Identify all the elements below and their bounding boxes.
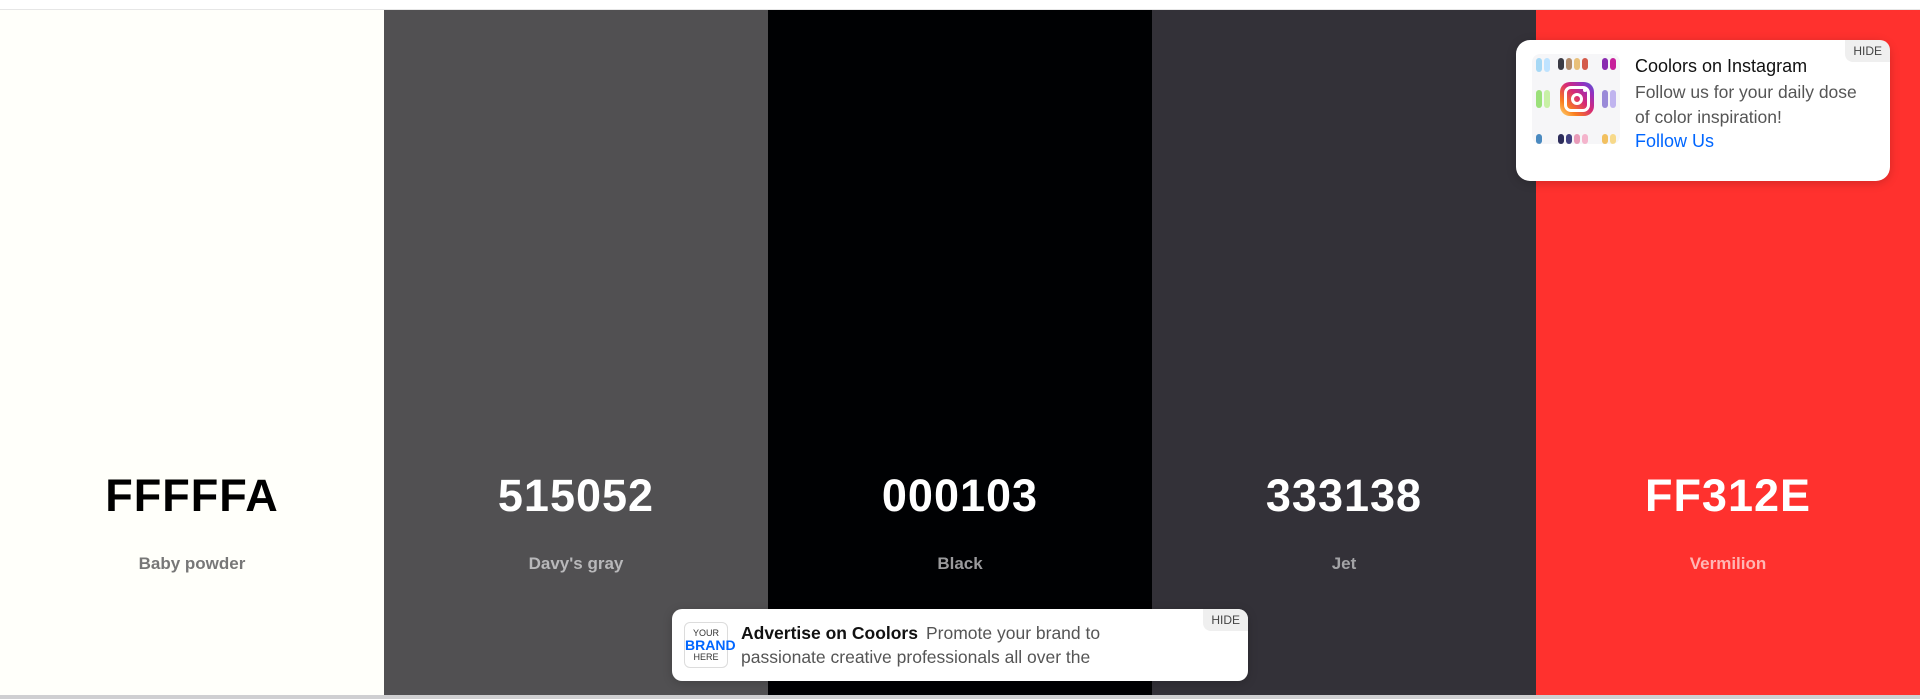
swatch-name[interactable]: Baby powder <box>0 554 384 574</box>
thumb-swatch <box>1536 58 1542 72</box>
thumb-swatch <box>1566 134 1572 144</box>
thumb-swatch <box>1574 58 1580 70</box>
popup-description: Follow us for your daily dose of color i… <box>1635 82 1857 127</box>
thumb-swatch <box>1602 90 1608 108</box>
thumb-swatch <box>1536 90 1542 108</box>
logo-text-main: BRAND <box>685 637 736 653</box>
swatch-hex[interactable]: 333138 <box>1152 470 1536 522</box>
thumb-swatch <box>1544 58 1550 72</box>
swatch-hex[interactable]: FFFFFA <box>0 470 384 522</box>
instagram-icon-flash <box>1583 88 1587 92</box>
follow-us-link[interactable]: Follow Us <box>1635 131 1714 152</box>
instagram-icon <box>1560 82 1594 116</box>
thumb-swatch <box>1610 90 1616 108</box>
ad-banner[interactable]: YOUR BRAND HERE Advertise on Coolors Prom… <box>672 609 1248 681</box>
swatch-hex[interactable]: 000103 <box>768 470 1152 522</box>
instagram-preview-image <box>1532 54 1620 144</box>
thumb-swatch <box>1610 134 1616 144</box>
bottom-divider <box>0 695 1920 699</box>
thumb-swatch <box>1602 58 1608 70</box>
top-toolbar <box>0 0 1920 10</box>
swatch-hex[interactable]: 515052 <box>384 470 768 522</box>
hide-ad-button[interactable]: HIDE <box>1203 609 1248 631</box>
thumb-swatch <box>1574 134 1580 144</box>
swatch-4[interactable]: 333138 Jet <box>1152 10 1536 696</box>
swatch-name[interactable]: Black <box>768 554 1152 574</box>
swatch-2[interactable]: 515052 Davy's gray <box>384 10 768 696</box>
hide-popup-button[interactable]: HIDE <box>1845 40 1890 62</box>
ad-title: Advertise on Coolors <box>741 623 918 643</box>
instagram-icon-lens <box>1571 93 1583 105</box>
thumb-swatch <box>1582 134 1588 144</box>
thumb-swatch <box>1536 134 1542 144</box>
instagram-popup: Coolors on Instagram Follow us for your … <box>1516 40 1890 181</box>
swatch-name[interactable]: Davy's gray <box>384 554 768 574</box>
thumb-swatch <box>1558 58 1564 70</box>
swatch-3[interactable]: 000103 Black <box>768 10 1152 696</box>
logo-text-bottom: HERE <box>693 652 719 662</box>
thumb-swatch <box>1558 134 1564 144</box>
swatch-1[interactable]: FFFFFA Baby powder <box>0 10 384 696</box>
thumb-swatch <box>1610 58 1616 70</box>
thumb-swatch <box>1582 58 1588 70</box>
swatch-name[interactable]: Vermilion <box>1536 554 1920 574</box>
swatch-name[interactable]: Jet <box>1152 554 1536 574</box>
thumb-swatch <box>1544 90 1550 108</box>
thumb-swatch <box>1602 134 1608 144</box>
brand-placeholder-logo: YOUR BRAND HERE <box>684 622 736 668</box>
ad-copy: Advertise on Coolors Promote your brand t… <box>741 621 1161 669</box>
swatch-hex[interactable]: FF312E <box>1536 470 1920 522</box>
popup-title: Coolors on Instagram <box>1635 56 1808 76</box>
thumb-swatch <box>1566 58 1572 70</box>
